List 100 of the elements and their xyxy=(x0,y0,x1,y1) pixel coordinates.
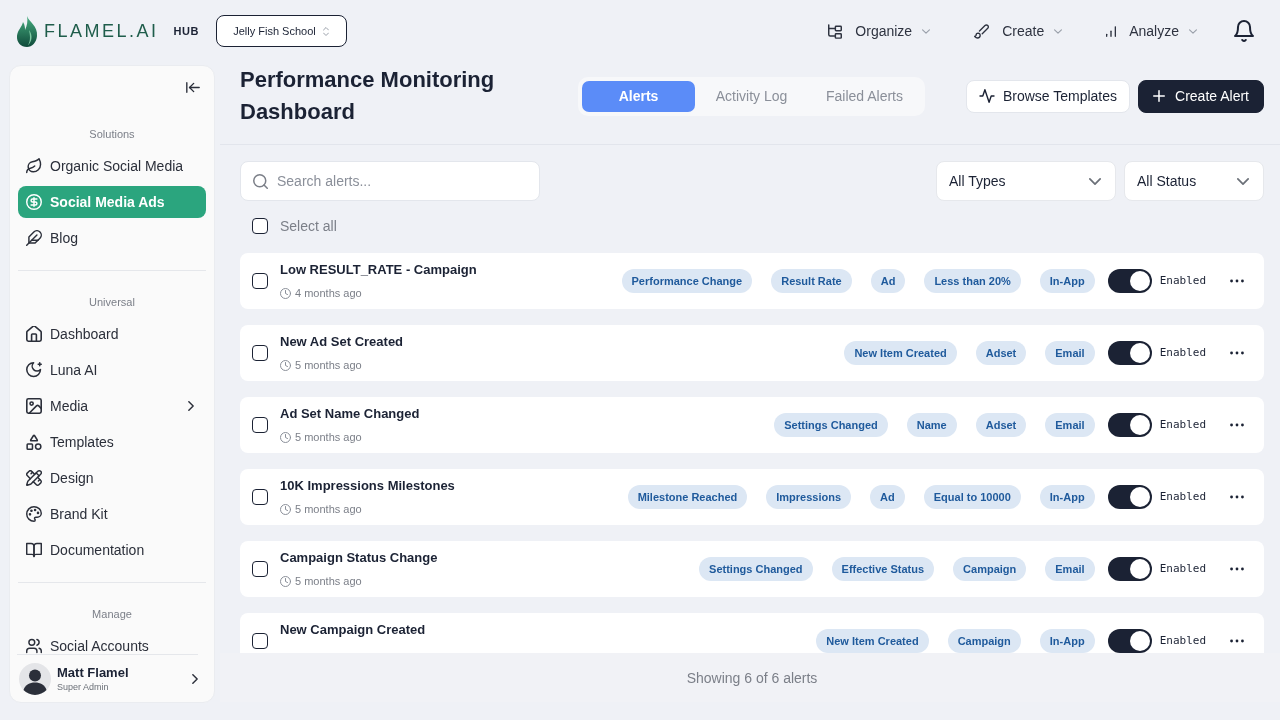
tag: Adset xyxy=(975,413,1027,437)
more-options-icon[interactable] xyxy=(1230,567,1244,571)
search-field[interactable]: Search alerts... xyxy=(240,161,540,201)
tag: Less than 20% xyxy=(924,269,1021,293)
section-heading: Universal xyxy=(89,295,135,309)
hub-label: HUB xyxy=(173,25,200,37)
clock-icon xyxy=(280,359,291,371)
user-name: Matt Flamel xyxy=(57,664,129,681)
tag: In-App xyxy=(1039,629,1095,653)
primary-button[interactable]: Create Alert xyxy=(1138,79,1264,113)
more-options-icon[interactable] xyxy=(1230,495,1244,499)
sidebar-item[interactable]: Brand Kit xyxy=(18,498,206,530)
tag: Ad xyxy=(870,485,905,509)
search-icon xyxy=(253,173,268,189)
clock-icon xyxy=(280,503,291,515)
hierarchy-icon xyxy=(828,23,843,39)
alert-title: 10K Impressions Milestones xyxy=(280,478,455,494)
checkbox[interactable] xyxy=(252,345,268,361)
sidebar-item[interactable]: Organic Social Media xyxy=(18,150,206,182)
tag: Settings Changed xyxy=(774,413,888,437)
chevron-down-icon xyxy=(1189,28,1197,34)
sidebar-item[interactable]: Templates xyxy=(18,426,206,458)
sidebar-item[interactable]: Social Accounts xyxy=(18,630,206,654)
outline-button[interactable]: Browse Templates xyxy=(965,79,1131,113)
toggle-label: Enabled xyxy=(1159,490,1206,504)
checkbox[interactable] xyxy=(252,417,268,433)
palette-icon xyxy=(26,506,42,522)
tag: Settings Changed xyxy=(699,557,813,581)
sidebar-item[interactable]: Dashboard xyxy=(18,318,206,350)
feather-icon xyxy=(26,230,42,246)
sidebar-item[interactable]: Media xyxy=(18,390,206,422)
more-options-icon[interactable] xyxy=(1230,351,1244,355)
clock-icon xyxy=(280,575,291,587)
results-summary: Showing 6 of 6 alerts xyxy=(686,669,818,686)
sidebar-item[interactable]: Luna AI xyxy=(18,354,206,386)
alert-title: New Ad Set Created xyxy=(280,334,404,350)
clock-icon xyxy=(280,431,291,443)
toggle-switch[interactable] xyxy=(1107,269,1152,293)
more-options-icon[interactable] xyxy=(1230,423,1244,427)
moon-star-icon xyxy=(26,362,42,378)
house-icon xyxy=(26,326,42,342)
tag: Email xyxy=(1045,413,1095,437)
avatar-icon xyxy=(19,662,51,695)
more-options-icon[interactable] xyxy=(1230,639,1244,643)
sidebar-item[interactable]: Design xyxy=(18,462,206,494)
bell-icon[interactable] xyxy=(1234,20,1254,42)
toggle-switch[interactable] xyxy=(1107,485,1152,509)
alert-title: Low RESULT_RATE - Campaign xyxy=(280,262,477,278)
toggle-label: Enabled xyxy=(1159,634,1206,648)
checkbox[interactable] xyxy=(252,218,268,234)
checkbox[interactable] xyxy=(252,633,268,649)
toggle-label: Enabled xyxy=(1159,274,1206,288)
alert-title: Campaign Status Change xyxy=(280,550,438,566)
logo-text: FLAMEL.AI xyxy=(44,20,159,42)
section-heading: Manage xyxy=(92,607,132,621)
toggle-label: Enabled xyxy=(1159,346,1206,360)
sidebar-item[interactable]: Blog xyxy=(18,222,206,254)
tag: In-App xyxy=(1039,485,1095,509)
chevron-down-icon xyxy=(1054,28,1063,34)
tag: Impressions xyxy=(766,485,852,509)
sidebar-item[interactable]: Documentation xyxy=(18,534,206,566)
pulse-icon xyxy=(978,89,995,103)
tag: Email xyxy=(1045,341,1095,365)
toggle-switch[interactable] xyxy=(1107,341,1152,365)
filter-dropdown[interactable]: All Types xyxy=(936,161,1116,201)
tag: Result Rate xyxy=(771,269,852,293)
alert-time: 4 months ago xyxy=(295,286,362,300)
book-icon xyxy=(26,542,42,558)
toggle-switch[interactable] xyxy=(1107,629,1152,653)
alert-time: 5 months ago xyxy=(295,430,362,444)
checkbox[interactable] xyxy=(252,273,268,289)
tag: Effective Status xyxy=(831,557,935,581)
page-title: Performance Monitoring Dashboard xyxy=(240,66,496,126)
workspace-dropdown[interactable]: Jelly Fish School xyxy=(216,15,348,47)
brush-icon xyxy=(974,23,990,39)
checkbox[interactable] xyxy=(252,561,268,577)
nav-menu-button[interactable]: Create xyxy=(974,23,1063,39)
chevron-right-icon[interactable] xyxy=(192,673,198,684)
toggle-switch[interactable] xyxy=(1107,557,1152,581)
users-icon xyxy=(26,638,42,654)
tag: Ad xyxy=(870,269,906,293)
filter-dropdown[interactable]: All Status xyxy=(1124,161,1264,201)
tag: In-App xyxy=(1039,269,1095,293)
plus-icon xyxy=(1153,90,1166,102)
more-options-icon[interactable] xyxy=(1230,279,1244,283)
tag: New Item Created xyxy=(844,341,957,365)
leaf-icon xyxy=(26,158,42,174)
tag: Milestone Reached xyxy=(627,485,748,509)
collapse-sidebar-icon[interactable] xyxy=(186,81,200,93)
checkbox-label: Select all xyxy=(280,218,337,234)
chevron-right-icon xyxy=(188,401,194,411)
nav-menu-button[interactable]: Analyze xyxy=(1106,23,1197,39)
bar-chart-icon xyxy=(1106,25,1117,37)
clock-icon xyxy=(280,287,291,299)
toggle-switch[interactable] xyxy=(1107,413,1152,437)
image-icon xyxy=(26,398,42,414)
checkbox[interactable] xyxy=(252,489,268,505)
user-role: Super Admin xyxy=(57,680,110,693)
chevron-down-icon xyxy=(1237,177,1249,185)
nav-menu-button[interactable]: Organize xyxy=(828,23,931,39)
